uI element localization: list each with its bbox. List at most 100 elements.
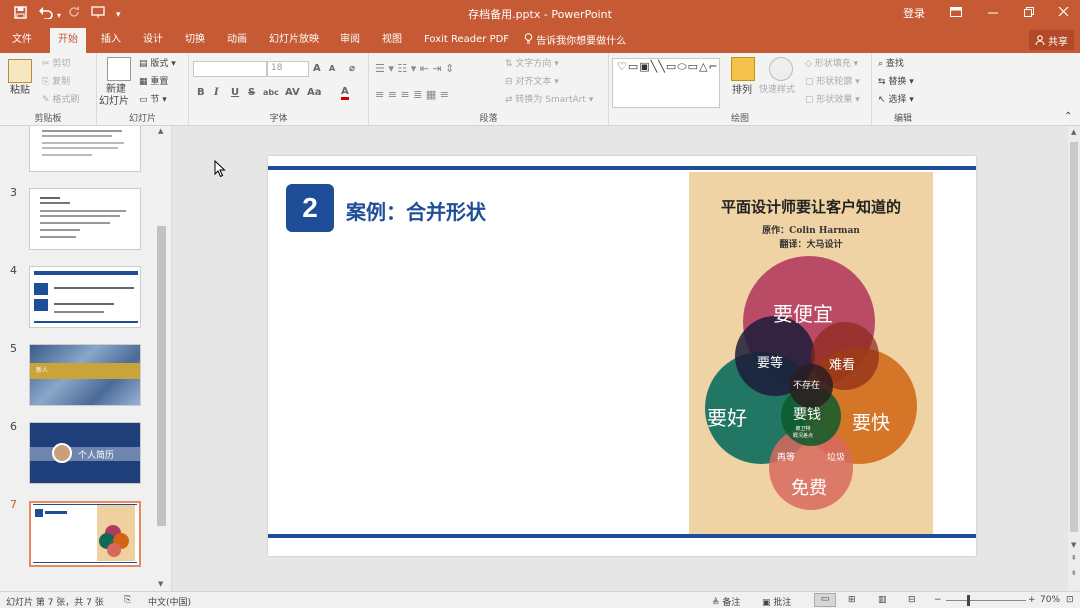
notes-button[interactable]: ≜ 备注 [712, 595, 740, 608]
slide-title[interactable]: 案例：合并形状 [346, 196, 486, 225]
replace-button[interactable]: ⇆ 替换 ▾ [878, 77, 914, 88]
font-size-input[interactable]: 18 [267, 61, 309, 77]
shapes-gallery[interactable]: ♡▭▣╲╲▭⬭▭△⌐⌐⬦⇩⬠✎⌒⌒╲ [612, 58, 720, 108]
normal-view-icon[interactable]: ▭ [814, 593, 836, 607]
align-text-button[interactable]: ⊟ 对齐文本 ▾ [505, 77, 559, 88]
zoom-level[interactable]: 70% [1040, 595, 1060, 605]
shrink-font-button[interactable]: A [329, 64, 335, 73]
quick-styles-button[interactable]: 快速样式 [759, 85, 795, 96]
change-case-button[interactable]: Aa [307, 87, 322, 98]
scroll-down-icon[interactable]: ▼ [1071, 541, 1076, 549]
tab-insert[interactable]: 插入 [101, 33, 121, 47]
thumbnail-scroll-thumb[interactable] [157, 226, 166, 526]
clear-format-icon[interactable]: ⌀ [349, 63, 355, 74]
slide-scroll-up-icon[interactable]: ▲ [1071, 128, 1076, 136]
reset-button[interactable]: ▦ 重置 [139, 77, 168, 88]
scroll-up-icon[interactable]: ▲ [158, 127, 163, 135]
bullets-icon[interactable]: ☰ ▾ ☷ ▾ ⇤ ⇥ ⇕ [375, 63, 454, 74]
slide-number-badge[interactable]: 2 [286, 184, 334, 232]
underline-button[interactable]: U [231, 87, 239, 98]
slide-scrollbar[interactable]: ▲ ▼ ⇞ ⇟ [1068, 126, 1080, 591]
zoom-in-icon[interactable]: + [1028, 595, 1036, 605]
next-slide-icon[interactable]: ⇟ [1071, 569, 1077, 577]
tab-home[interactable]: 开始 [50, 28, 86, 53]
shape-outline-button[interactable]: ▢ 形状轮廓 ▾ [805, 77, 860, 88]
select-button[interactable]: ↖ 选择 ▾ [878, 95, 914, 106]
venn-poster-image[interactable]: 平面设计师要让客户知道的 原作：Colin Harman 翻译：大马设计 要便宜… [689, 172, 933, 534]
slide-thumbnail-4[interactable] [29, 266, 141, 328]
new-slide-label-1[interactable]: 新建 [106, 84, 126, 95]
language-status[interactable]: 中文(中国) [148, 595, 191, 608]
tab-design[interactable]: 设计 [143, 33, 163, 47]
find-button[interactable]: ⌕ 查找 [878, 59, 904, 70]
smartart-button[interactable]: ⇄ 转换为 SmartArt ▾ [505, 95, 593, 106]
tab-animations[interactable]: 动画 [227, 33, 247, 47]
text-direction-button[interactable]: ⇅ 文字方向 ▾ [505, 59, 559, 70]
group-paragraph: ☰ ▾ ☷ ▾ ⇤ ⇥ ⇕ ≡ ≡ ≡ ≣ ▦ ≡ ⇅ 文字方向 ▾ ⊟ 对齐文… [369, 53, 609, 126]
format-painter-button[interactable]: ✎ 格式刷 [42, 95, 79, 106]
tab-review[interactable]: 审阅 [340, 33, 360, 47]
tell-me-search[interactable]: 告诉我你想要做什么 [524, 33, 626, 49]
new-slide-icon[interactable] [107, 57, 131, 81]
new-slide-label-2[interactable]: 幻灯片 [99, 96, 129, 107]
comments-button[interactable]: ▣ 批注 [762, 595, 791, 608]
zoom-out-icon[interactable]: − [934, 595, 942, 605]
tab-file[interactable]: 文件 [12, 33, 32, 47]
share-button[interactable]: 共享 [1028, 30, 1074, 50]
fit-slide-icon[interactable]: ⊡ [1066, 595, 1074, 605]
bold-button[interactable]: B [197, 87, 205, 98]
paste-button[interactable]: 粘贴 [10, 85, 30, 96]
shadow-button[interactable]: abc [263, 88, 279, 97]
italic-button[interactable]: I [214, 87, 219, 98]
zoom-slider-track[interactable] [946, 600, 1026, 601]
tab-slideshow[interactable]: 幻灯片放映 [269, 33, 319, 47]
minimize-icon[interactable] [988, 6, 999, 22]
slide-thumbnail-7[interactable] [29, 501, 141, 567]
restore-icon[interactable] [1024, 6, 1035, 22]
shape-effects-button[interactable]: ▢ 形状效果 ▾ [805, 95, 860, 106]
zoom-slider-thumb[interactable] [967, 595, 970, 606]
login-link[interactable]: 登录 [903, 6, 925, 22]
slide-thumbnail-5[interactable]: 新人 [29, 344, 141, 406]
tab-foxit[interactable]: Foxit Reader PDF [424, 33, 509, 47]
collapse-ribbon-icon[interactable]: ⌃ [1064, 111, 1072, 122]
slideshow-view-icon[interactable]: ⊟ [908, 595, 916, 605]
current-slide[interactable]: 2 案例：合并形状 平面设计师要让客户知道的 原作：Colin Harman 翻… [268, 156, 976, 556]
strikethrough-button[interactable]: S [248, 87, 255, 98]
reading-view-icon[interactable]: ▥ [878, 595, 887, 605]
spellcheck-icon[interactable]: ⎘ [124, 595, 131, 605]
lightbulb-icon [524, 33, 533, 44]
paste-icon[interactable] [8, 59, 32, 83]
thumbnail-scrollbar[interactable]: ▲ ▼ [156, 126, 167, 591]
slide-number-7: 7 [10, 498, 17, 511]
slide-thumbnail-6[interactable]: 个人简历 [29, 422, 141, 484]
close-icon[interactable] [1058, 6, 1069, 22]
arrange-button[interactable]: 排列 [732, 85, 752, 96]
char-spacing-icon[interactable]: AV [285, 87, 300, 98]
slide-sorter-icon[interactable]: ⊞ [848, 595, 856, 605]
slide-thumbnail-2[interactable] [29, 126, 141, 172]
arrange-icon[interactable] [731, 57, 755, 81]
copy-button[interactable]: ⎘ 复制 [42, 77, 70, 88]
font-name-input[interactable] [193, 61, 267, 77]
font-color-button[interactable]: A [341, 87, 349, 100]
editing-group-label: 编辑 [893, 114, 912, 124]
previous-slide-icon[interactable]: ⇞ [1071, 554, 1077, 562]
slide-thumbnail-3[interactable] [29, 188, 141, 250]
layout-button[interactable]: ▤ 版式 ▾ [139, 59, 176, 70]
scroll-down-icon[interactable]: ▼ [158, 580, 163, 588]
venn-label-wait-again: 再等 [777, 453, 796, 463]
align-icons[interactable]: ≡ ≡ ≡ ≣ ▦ ≡ [375, 89, 449, 100]
tab-transitions[interactable]: 切换 [185, 33, 205, 47]
cut-button[interactable]: ✂ 剪切 [42, 59, 70, 70]
tab-view[interactable]: 视图 [382, 33, 402, 47]
slide-canvas[interactable]: 2 案例：合并形状 平面设计师要让客户知道的 原作：Colin Harman 翻… [172, 126, 1068, 591]
slide-scroll-thumb[interactable] [1070, 142, 1078, 532]
powerpoint-window: ▾ ▾ 存档备用.pptx - PowerPoint 登录 文件 开始 插入 设… [0, 0, 1080, 608]
quick-styles-icon[interactable] [769, 57, 793, 81]
grow-font-button[interactable]: A [313, 63, 321, 74]
venn-label-money: 要钱 [793, 407, 821, 423]
shape-fill-button[interactable]: ◇ 形状填充 ▾ [805, 59, 858, 70]
ribbon-display-options-icon[interactable] [950, 6, 962, 22]
section-button[interactable]: ▭ 节 ▾ [139, 95, 167, 106]
